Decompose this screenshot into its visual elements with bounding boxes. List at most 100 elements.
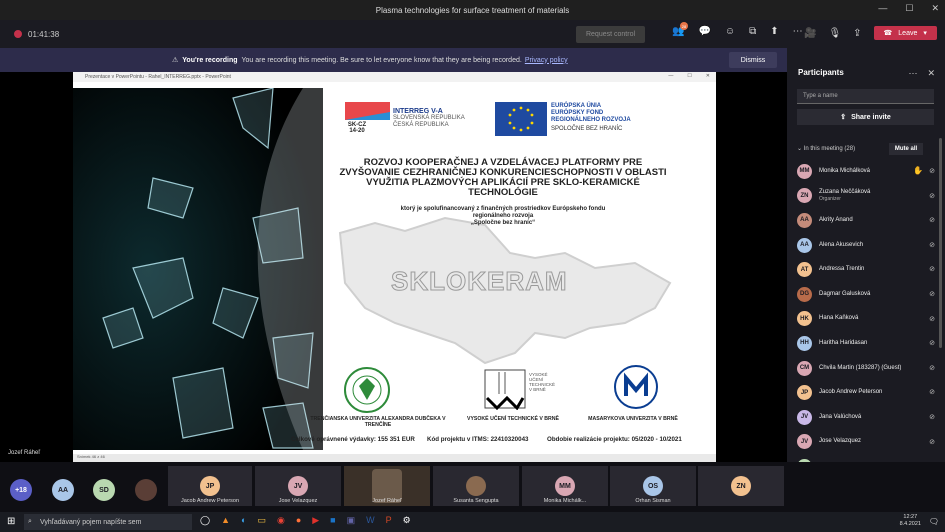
- word-icon[interactable]: W: [366, 515, 375, 526]
- minimize-icon[interactable]: —: [878, 3, 887, 14]
- chat-icon[interactable]: 💬: [698, 26, 710, 37]
- teams-icon[interactable]: ▣: [347, 515, 356, 526]
- vut-logo: [484, 369, 526, 410]
- footer-itms-code: Kód projektu v ITMS: 22410320043: [427, 436, 529, 443]
- in-meeting-header[interactable]: ⌄ In this meeting (28): [797, 145, 855, 152]
- close-panel-icon[interactable]: ✕: [927, 68, 935, 79]
- video-tile-name: Jacob Andrew Peterson: [180, 498, 240, 504]
- slide-heading: ROZVOJ KOOPERAČNEJ A VZDELÁVACEJ PLATFOR…: [303, 158, 703, 198]
- video-tile[interactable]: Susanta Sengupta: [433, 466, 519, 506]
- participant-info: Zuzana Neččáková Organizer: [819, 189, 870, 203]
- edge-icon[interactable]: ◐: [241, 515, 246, 526]
- taskbar-clock[interactable]: 12:27 8.4.2021: [900, 514, 921, 528]
- file-explorer-icon[interactable]: ▭: [257, 515, 266, 526]
- powerpoint-statusbar: Snímek 46 z 46: [73, 454, 716, 462]
- participant-row[interactable]: HK Hana Kaňková ⊘: [797, 307, 937, 332]
- participant-row[interactable]: DG Dagmar Galusková ⊘: [797, 282, 937, 307]
- firefox-icon[interactable]: ●: [296, 515, 301, 526]
- presenter-name: Jozef Ráheľ: [8, 450, 41, 456]
- maximize-icon[interactable]: ☐: [905, 3, 913, 14]
- participant-name: Akrity Anand: [819, 216, 853, 223]
- settings-icon[interactable]: ⚙: [403, 515, 411, 526]
- close-icon[interactable]: ✕: [931, 3, 939, 14]
- participant-bubble[interactable]: AA: [52, 479, 74, 501]
- video-tile[interactable]: ZN: [698, 466, 784, 506]
- privacy-policy-link[interactable]: Privacy policy: [525, 57, 568, 64]
- participant-mic-muted-icon[interactable]: ⊘: [929, 192, 935, 200]
- taskbar-search[interactable]: ⌕ Vyhľadávaný pojem napíšte sem: [24, 514, 192, 530]
- participant-mic-muted-icon[interactable]: ⊘: [929, 413, 935, 421]
- participant-row[interactable]: AA Alena Akusevich ⊘: [797, 233, 937, 258]
- powerpoint-icon[interactable]: P: [386, 515, 392, 526]
- participant-mic-muted-icon[interactable]: ⊘: [929, 388, 935, 396]
- participant-mic-muted-icon[interactable]: ⊘: [929, 216, 935, 224]
- share-content-icon[interactable]: ⇪: [853, 28, 861, 39]
- recording-indicator: 01:41:38: [14, 30, 59, 39]
- participant-name: Jacob Andrew Peterson: [819, 389, 883, 396]
- vlc-icon[interactable]: ▲: [221, 515, 230, 526]
- outlook-icon[interactable]: ■: [330, 515, 335, 526]
- windows-start-icon[interactable]: ⊞: [7, 516, 15, 527]
- participant-row[interactable]: JP Jacob Andrew Peterson ⊘: [797, 380, 937, 405]
- participant-mic-muted-icon[interactable]: ⊘: [929, 339, 935, 347]
- participant-row[interactable]: JV Jose Velazquez ⊘: [797, 430, 937, 455]
- mute-all-button[interactable]: Mute all: [889, 143, 923, 155]
- participant-mic-muted-icon[interactable]: ⊘: [929, 290, 935, 298]
- participant-mic-muted-icon[interactable]: ⊘: [929, 167, 935, 175]
- chrome-icon[interactable]: ◉: [277, 515, 285, 526]
- video-tile-name: Jozef Ráheľ: [372, 498, 402, 504]
- leave-button[interactable]: ☎ Leave ▾: [873, 26, 937, 40]
- video-tile-avatar: ZN: [731, 476, 751, 496]
- video-tile[interactable]: OS Orhan Sisman: [610, 466, 696, 506]
- task-view-icon[interactable]: ◯: [200, 515, 210, 526]
- meeting-actions: 👥 28 💬 ☺ ⧉ ⬆ ⋯: [672, 22, 803, 37]
- more-participants-button[interactable]: +18: [10, 479, 32, 501]
- share-screen-icon[interactable]: ⬆: [770, 26, 778, 37]
- participant-row[interactable]: AA Akrity Anand ⊘: [797, 208, 937, 233]
- dismiss-button[interactable]: Dismiss: [729, 52, 777, 68]
- video-tile[interactable]: JV Jose Velazquez: [255, 466, 341, 506]
- share-invite-button[interactable]: ⇪ Share invite: [797, 109, 934, 125]
- tnuad-line2: TRENČÍNE: [364, 422, 392, 428]
- participant-row[interactable]: ZN Zuzana Neččáková Organizer ⊘: [797, 184, 937, 209]
- share-tray-icon[interactable]: ⧉: [749, 26, 756, 37]
- eu-line2: EURÓPSKY FOND: [551, 110, 604, 116]
- video-tile[interactable]: JP Jacob Andrew Peterson: [168, 466, 252, 506]
- participant-photo-avatar[interactable]: [135, 479, 157, 501]
- participant-row[interactable]: HH Haritha Haridasan ⊘: [797, 331, 937, 356]
- participants-icon[interactable]: 👥 28: [672, 22, 688, 37]
- participant-row[interactable]: AT Andressa Trentin ⊘: [797, 257, 937, 282]
- panel-scrollbar[interactable]: [939, 138, 942, 348]
- participant-mic-muted-icon[interactable]: ⊘: [929, 364, 935, 372]
- participant-bubble[interactable]: SD: [93, 479, 115, 501]
- reactions-icon[interactable]: ☺: [725, 26, 735, 37]
- participant-mic-muted-icon[interactable]: ⊘: [929, 241, 935, 249]
- request-control-button[interactable]: Request control: [576, 26, 645, 43]
- participant-name: Dagmar Galusková: [819, 290, 871, 297]
- participant-row[interactable]: JV Jana Valúchová ⊘: [797, 405, 937, 430]
- chevron-down-icon[interactable]: ▾: [923, 29, 927, 37]
- ppt-close-icon: ✕: [705, 73, 710, 79]
- participant-row[interactable]: MM Monika Michálková ✋ ⊘: [797, 159, 937, 184]
- participant-role: Organizer: [819, 195, 841, 202]
- more-actions-icon[interactable]: ⋯: [793, 26, 803, 37]
- participant-mic-muted-icon[interactable]: ⊘: [929, 265, 935, 273]
- more-options-icon[interactable]: ⋯: [908, 68, 917, 79]
- participant-mic-muted-icon[interactable]: ⊘: [929, 438, 935, 446]
- participant-name: Haritha Haridasan: [819, 339, 868, 346]
- video-tile[interactable]: MM Monika Michálk...: [522, 466, 608, 506]
- interreg-cz: ČESKÁ REPUBLIKA: [393, 122, 449, 128]
- mic-off-icon[interactable]: 🎙: [828, 28, 841, 39]
- participant-mic-muted-icon[interactable]: ⊘: [929, 315, 935, 323]
- acrobat-icon[interactable]: ▶: [312, 515, 319, 526]
- participant-row[interactable]: CM Chvila Martin (183287) (Guest) ⊘: [797, 356, 937, 381]
- cofin-line2: regionálneho rozvoja: [472, 213, 534, 219]
- recording-banner-title: You're recording: [182, 56, 238, 64]
- participant-search-input[interactable]: Type a name: [797, 89, 934, 104]
- camera-off-icon[interactable]: 🎥: [804, 28, 816, 39]
- video-tile[interactable]: Jozef Ráheľ: [344, 466, 430, 506]
- notifications-icon[interactable]: 🗨: [929, 517, 939, 526]
- video-tile-name: Jose Velazquez: [278, 498, 318, 504]
- vut-logo-text: VYSOKÉ UČENÍ TECHNICKÉ V BRNĚ: [529, 372, 555, 392]
- participant-info: Andressa Trentin: [819, 266, 864, 273]
